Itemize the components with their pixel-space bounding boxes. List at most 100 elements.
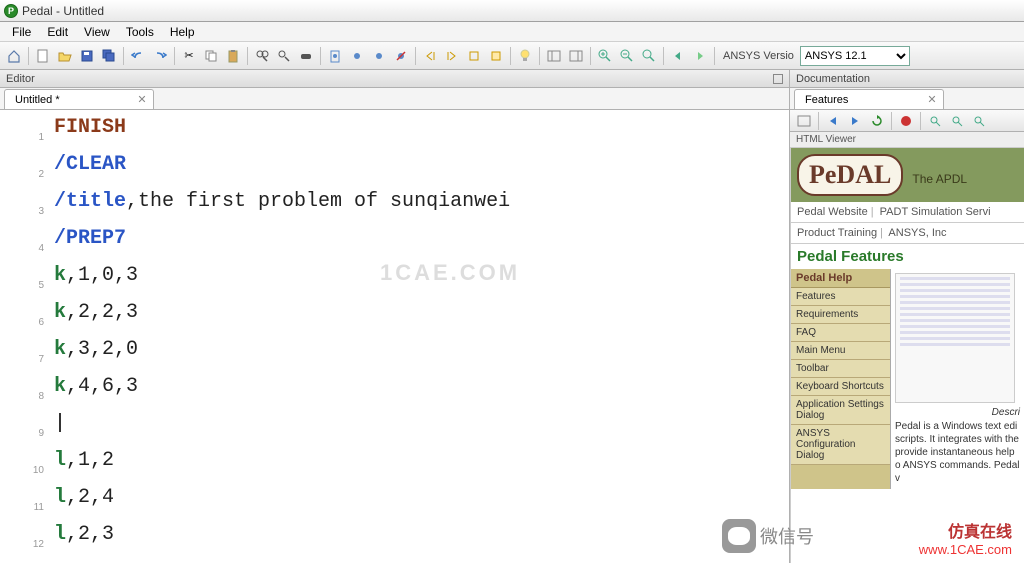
features-nav-header: Pedal Help — [791, 269, 890, 288]
save-all-icon[interactable] — [99, 46, 119, 66]
zoom-reset-icon[interactable] — [639, 46, 659, 66]
doc-links-row1: Pedal Website| PADT Simulation Servi — [791, 202, 1024, 223]
close-icon[interactable]: ✕ — [135, 93, 149, 107]
toolbar-separator — [174, 47, 175, 65]
toolbar-separator — [818, 112, 819, 130]
indent-right-icon[interactable] — [442, 46, 462, 66]
bookmark-clear-icon[interactable] — [391, 46, 411, 66]
code-line[interactable]: 3/title,the first problem of sunqianwei — [0, 188, 789, 225]
code-line[interactable]: 12l,2,3 — [0, 521, 789, 558]
feat-nav-item[interactable]: Main Menu — [791, 342, 890, 360]
panel-icon[interactable] — [544, 46, 564, 66]
copy-icon[interactable] — [201, 46, 221, 66]
doc-home-icon[interactable] — [896, 111, 916, 131]
nav-fwd-icon[interactable] — [690, 46, 710, 66]
doc-tab-features[interactable]: Features ✕ — [794, 89, 944, 109]
zoom-in-icon[interactable] — [595, 46, 615, 66]
code-editor[interactable]: 1FINISH2/CLEAR3/title,the first problem … — [0, 110, 789, 563]
doc-refresh-icon[interactable] — [867, 111, 887, 131]
menu-file[interactable]: File — [4, 23, 39, 41]
panel2-icon[interactable] — [566, 46, 586, 66]
code-line[interactable]: 6k,2,2,3 — [0, 299, 789, 336]
line-number: 10 — [0, 447, 54, 484]
menu-tools[interactable]: Tools — [118, 23, 162, 41]
open-icon[interactable] — [55, 46, 75, 66]
cut-icon[interactable]: ✂ — [179, 46, 199, 66]
close-icon[interactable]: ✕ — [925, 93, 939, 107]
description-text: Pedal is a Windows text edi scripts. It … — [895, 420, 1020, 485]
version-select[interactable]: ANSYS 12.1 — [800, 46, 910, 66]
doc-tab-strip: Features ✕ — [790, 88, 1024, 110]
menu-view[interactable]: View — [76, 23, 118, 41]
code-line[interactable]: 7k,3,2,0 — [0, 336, 789, 373]
code-line[interactable]: 8k,4,6,3 — [0, 373, 789, 410]
features-heading: Pedal Features — [791, 244, 1024, 269]
home-icon[interactable] — [4, 46, 24, 66]
editor-tab[interactable]: Untitled * ✕ — [4, 89, 154, 109]
feat-nav-item[interactable]: Toolbar — [791, 360, 890, 378]
undo-icon[interactable] — [128, 46, 148, 66]
toggle2-icon[interactable] — [486, 46, 506, 66]
menu-help[interactable]: Help — [162, 23, 203, 41]
indent-left-icon[interactable] — [420, 46, 440, 66]
redo-icon[interactable] — [150, 46, 170, 66]
logo-banner: PeDAL The APDL — [791, 148, 1024, 202]
save-icon[interactable] — [77, 46, 97, 66]
code-line[interactable]: 11l,2,4 — [0, 484, 789, 521]
replace-icon[interactable] — [274, 46, 294, 66]
doc-back-icon[interactable] — [823, 111, 843, 131]
app-icon: P — [4, 4, 18, 18]
version-label: ANSYS Versio — [723, 50, 794, 62]
menu-edit[interactable]: Edit — [39, 23, 76, 41]
feat-nav-item[interactable]: ANSYS Configuration Dialog — [791, 425, 890, 465]
doc-zoom-in-icon[interactable] — [925, 111, 945, 131]
doc-zoom-reset-icon[interactable] — [969, 111, 989, 131]
doc-panel-icon[interactable] — [794, 111, 814, 131]
code-line[interactable]: 10l,1,2 — [0, 447, 789, 484]
feat-nav-item[interactable]: FAQ — [791, 324, 890, 342]
doc-sublabel: HTML Viewer — [790, 132, 1024, 148]
code-line[interactable]: 9| — [0, 410, 789, 447]
doc-zoom-out-icon[interactable] — [947, 111, 967, 131]
link-ansys[interactable]: ANSYS, Inc — [888, 227, 946, 239]
nav-back-icon[interactable] — [668, 46, 688, 66]
line-number: 12 — [0, 521, 54, 558]
code-line[interactable]: 1FINISH — [0, 114, 789, 151]
main-toolbar: ✂ ANSYS Versio ANSYS 12.1 — [0, 42, 1024, 70]
toolbar-separator — [415, 47, 416, 65]
feat-nav-item[interactable]: Requirements — [791, 306, 890, 324]
code-line[interactable]: 4/PREP7 — [0, 225, 789, 262]
code-line[interactable]: 2/CLEAR — [0, 151, 789, 188]
bookmark-prev-icon[interactable] — [347, 46, 367, 66]
code-line[interactable]: 13 — [0, 558, 789, 563]
link-padt[interactable]: PADT Simulation Servi — [880, 206, 991, 218]
code-line[interactable]: 5k,1,0,3 — [0, 262, 789, 299]
bookmark-next-icon[interactable] — [369, 46, 389, 66]
description-title: Descri — [895, 407, 1020, 418]
panel-toggle-icon[interactable] — [773, 74, 783, 84]
line-number: 7 — [0, 336, 54, 373]
doc-fwd-icon[interactable] — [845, 111, 865, 131]
feat-nav-item[interactable]: Application Settings Dialog — [791, 396, 890, 425]
link-training[interactable]: Product Training — [797, 227, 877, 239]
zoom-out-icon[interactable] — [617, 46, 637, 66]
title-bar: P Pedal - Untitled — [0, 0, 1024, 22]
line-number: 11 — [0, 484, 54, 521]
game-icon[interactable] — [296, 46, 316, 66]
bookmark-icon[interactable] — [325, 46, 345, 66]
feat-nav-item[interactable]: Features — [791, 288, 890, 306]
features-nav: Pedal Help FeaturesRequirementsFAQMain M… — [791, 269, 891, 489]
bulb-icon[interactable] — [515, 46, 535, 66]
pedal-logo: PeDAL — [797, 154, 903, 196]
toggle-icon[interactable] — [464, 46, 484, 66]
editor-panel-header: Editor — [0, 70, 790, 88]
doc-content: PeDAL The APDL Pedal Website| PADT Simul… — [790, 148, 1024, 563]
paste-icon[interactable] — [223, 46, 243, 66]
doc-links-row2: Product Training| ANSYS, Inc — [791, 223, 1024, 244]
link-pedal-website[interactable]: Pedal Website — [797, 206, 868, 218]
new-icon[interactable] — [33, 46, 53, 66]
find-icon[interactable] — [252, 46, 272, 66]
editor-pane: Untitled * ✕ 1FINISH2/CLEAR3/title,the f… — [0, 88, 790, 563]
toolbar-separator — [920, 112, 921, 130]
feat-nav-item[interactable]: Keyboard Shortcuts — [791, 378, 890, 396]
